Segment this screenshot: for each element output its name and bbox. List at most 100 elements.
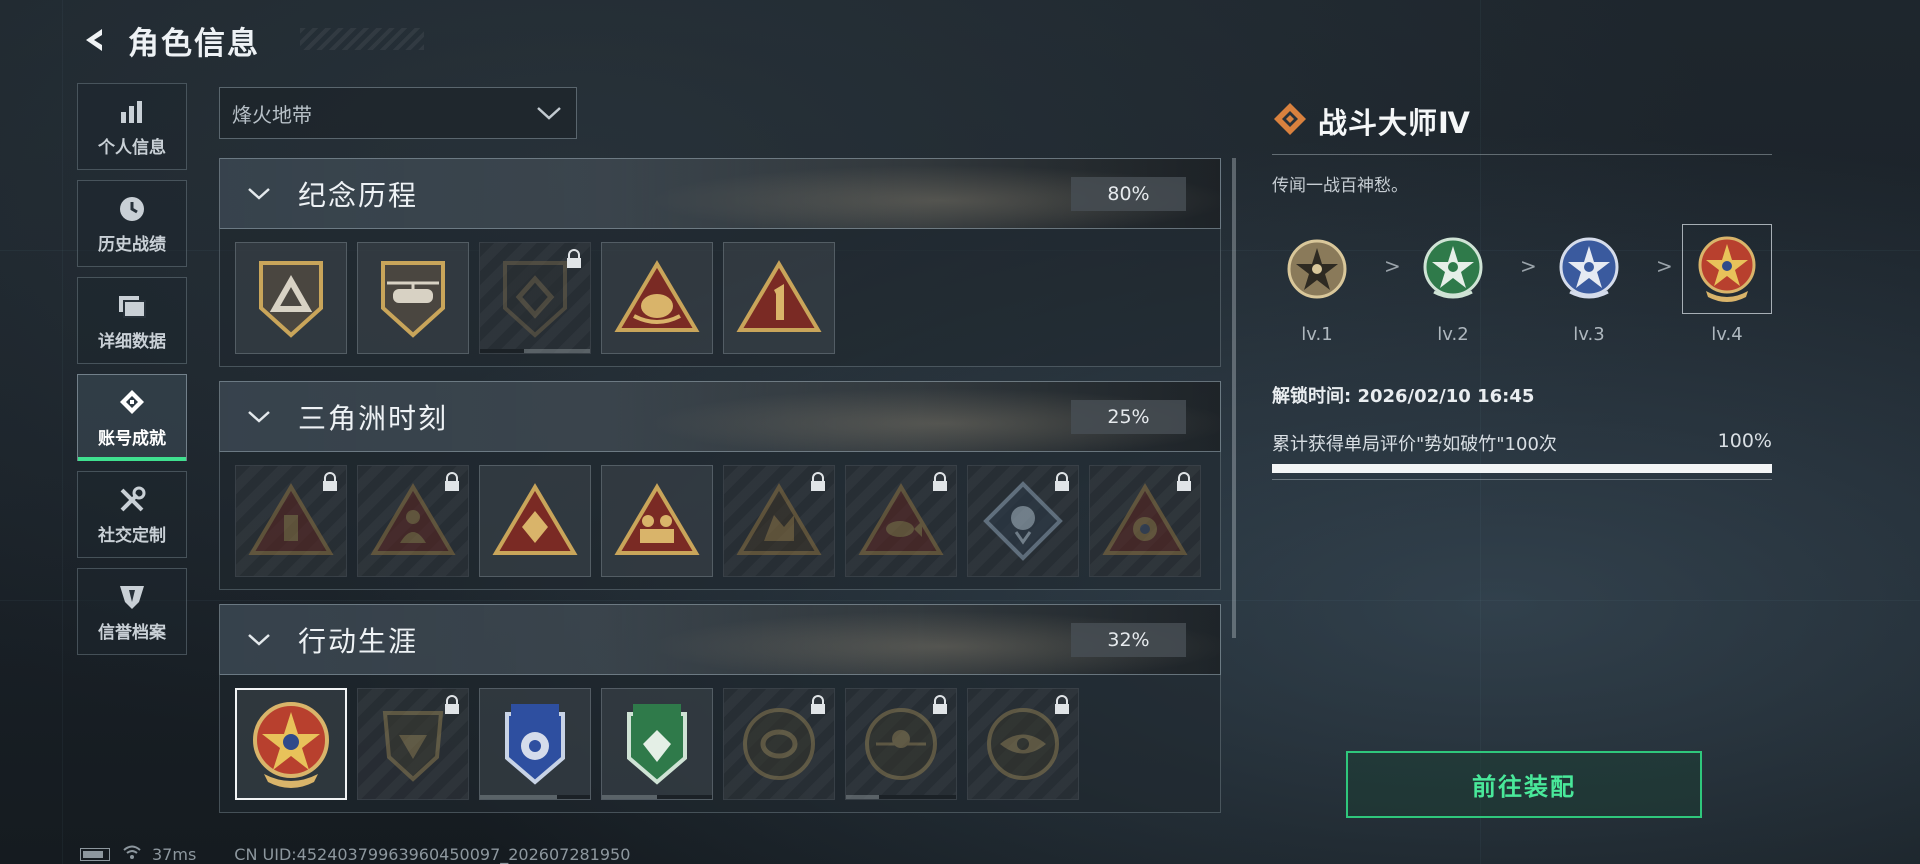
task-progress-bar — [1272, 464, 1772, 473]
level-arrow: > — [1384, 254, 1401, 278]
emblem-shield-badge[interactable] — [479, 242, 591, 354]
title-decoration — [300, 28, 424, 50]
page-title: 角色信息 — [128, 25, 260, 62]
sidebar-item-label: 历史战绩 — [98, 235, 166, 255]
sidebar-item-detailed-data[interactable]: 详细数据 — [77, 277, 187, 364]
mode-select[interactable]: 烽火地带 — [219, 87, 577, 139]
category-name: 行动生涯 — [298, 624, 419, 658]
sidebar: 个人信息 历史战绩 详细数据 账号成就 社交定制 信誉档案 — [77, 83, 187, 665]
beast-triangle-badge[interactable] — [723, 465, 835, 577]
divider — [1272, 154, 1772, 155]
header: 角色信息 — [78, 18, 260, 62]
lock-icon — [930, 472, 950, 492]
bar-chart-icon — [115, 95, 149, 129]
category-percent: 80% — [1071, 177, 1186, 211]
clock-icon — [115, 192, 149, 226]
level-medal-icon — [1408, 224, 1498, 314]
shield-icon — [115, 580, 149, 614]
category-name: 纪念历程 — [298, 178, 419, 212]
badge-progress-bar — [846, 795, 956, 799]
sidebar-item-reputation[interactable]: 信誉档案 — [77, 568, 187, 655]
sidebar-item-label: 社交定制 — [98, 526, 166, 546]
sidebar-item-social[interactable]: 社交定制 — [77, 471, 187, 558]
level-arrow: > — [1520, 254, 1537, 278]
category-percent: 25% — [1071, 400, 1186, 434]
lock-icon — [808, 695, 828, 715]
chevron-down-icon — [246, 407, 272, 431]
eye-round-badge[interactable] — [967, 688, 1079, 800]
level-3[interactable]: lv.3 — [1544, 224, 1634, 345]
level-medal-icon — [1272, 224, 1362, 314]
level-progression: lv.1 > lv.2 > lv.3 > lv.4 — [1272, 224, 1772, 354]
helicopter-shield-badge[interactable] — [357, 242, 469, 354]
level-label: lv.2 — [1437, 324, 1469, 345]
category-header[interactable]: 行动生涯 32% — [219, 604, 1221, 675]
lock-icon — [930, 695, 950, 715]
sidebar-item-history[interactable]: 历史战绩 — [77, 180, 187, 267]
level-arrow: > — [1656, 254, 1673, 278]
sidebar-item-label: 详细数据 — [98, 332, 166, 352]
folder-icon — [115, 289, 149, 323]
lock-icon — [320, 472, 340, 492]
fish-triangle-badge[interactable] — [845, 465, 957, 577]
hand-triangle-badge[interactable] — [601, 242, 713, 354]
green-gem-badge[interactable] — [601, 688, 713, 800]
orb-triangle-badge[interactable] — [1089, 465, 1201, 577]
ring-round-badge[interactable] — [723, 688, 835, 800]
bunker-shield-badge[interactable] — [357, 688, 469, 800]
lock-icon — [1052, 472, 1072, 492]
badge-row — [219, 675, 1221, 813]
level-label: lv.1 — [1301, 324, 1333, 345]
task-percent: 100% — [1717, 430, 1772, 452]
sidebar-item-personal-info[interactable]: 个人信息 — [77, 83, 187, 170]
level-4[interactable]: lv.4 — [1682, 224, 1772, 345]
go-equip-button[interactable]: 前往装配 — [1346, 751, 1702, 818]
lock-icon — [442, 695, 462, 715]
category-header[interactable]: 纪念历程 80% — [219, 158, 1221, 229]
level-2[interactable]: lv.2 — [1408, 224, 1498, 345]
task-progress-fill — [1272, 464, 1772, 473]
level-medal-icon — [1544, 224, 1634, 314]
level-1[interactable]: lv.1 — [1272, 224, 1362, 345]
level-label: lv.3 — [1573, 324, 1605, 345]
battery-icon — [80, 847, 110, 861]
wifi-icon — [122, 844, 142, 864]
lock-icon — [1052, 695, 1072, 715]
bottle-triangle-badge[interactable] — [235, 465, 347, 577]
achievement-detail: 战斗大师Ⅳ 传闻一战百神愁。 lv.1 > lv.2 > lv.3 > lv.4… — [1272, 100, 1772, 480]
scrollbar[interactable] — [1232, 158, 1236, 638]
sidebar-item-achievements[interactable]: 账号成就 — [77, 374, 187, 461]
category-memorial: 纪念历程 80% — [219, 158, 1221, 367]
chevron-down-icon — [246, 630, 272, 654]
diamond-icon — [1272, 101, 1308, 141]
triangle-shield-badge[interactable] — [235, 242, 347, 354]
back-arrow-icon[interactable] — [78, 23, 112, 57]
rose-diamond-badge[interactable] — [967, 465, 1079, 577]
task-description: 累计获得单局评价"势如破竹"100次 — [1272, 434, 1557, 455]
badge-row — [219, 229, 1221, 367]
badge-row — [219, 452, 1221, 590]
blue-wing-badge[interactable] — [479, 688, 591, 800]
crosshair-round-badge[interactable] — [845, 688, 957, 800]
level-label: lv.4 — [1711, 324, 1743, 345]
category-header[interactable]: 三角洲时刻 25% — [219, 381, 1221, 452]
achievement-title: 战斗大师Ⅳ — [1318, 106, 1471, 140]
diamond-triangle-badge[interactable] — [479, 465, 591, 577]
sidebar-item-label: 账号成就 — [98, 429, 166, 449]
figure-triangle-badge[interactable] — [357, 465, 469, 577]
achievement-list[interactable]: 纪念历程 80% 三角洲时刻 25% 行动生涯 32% — [219, 158, 1221, 818]
chevron-down-icon — [536, 102, 562, 128]
badge-progress-bar — [480, 795, 590, 799]
number-one-triangle-badge[interactable] — [723, 242, 835, 354]
squad-triangle-badge[interactable] — [601, 465, 713, 577]
achievement-description: 传闻一战百神愁。 — [1272, 176, 1408, 196]
sidebar-item-label: 信誉档案 — [98, 623, 166, 643]
mode-select-value: 烽火地带 — [232, 102, 312, 127]
category-percent: 32% — [1071, 623, 1186, 657]
category-operation-career: 行动生涯 32% — [219, 604, 1221, 813]
lock-icon — [1174, 472, 1194, 492]
uid-text: CN UID:452403799639604500​97_20260728195… — [234, 844, 631, 864]
sidebar-item-label: 个人信息 — [98, 138, 166, 158]
unlock-time: 解锁时间: 2026/02/10 16:45 — [1272, 386, 1535, 407]
combat-master-badge[interactable] — [235, 688, 347, 800]
